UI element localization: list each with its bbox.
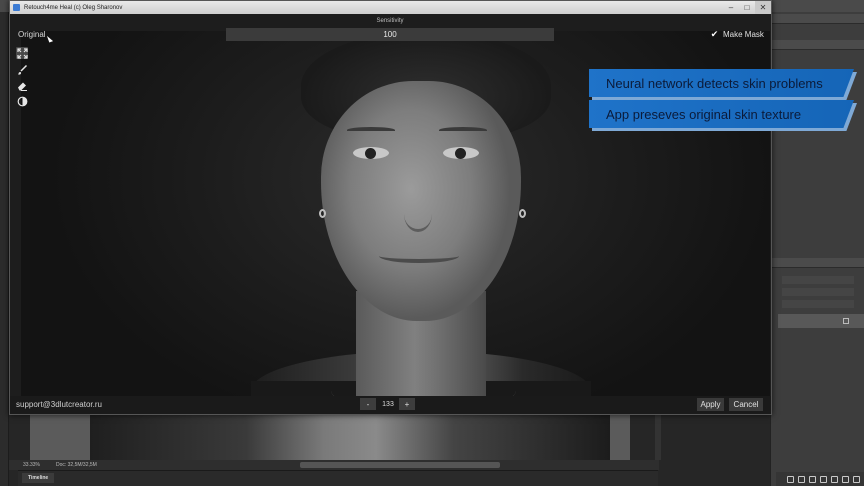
tab-timeline[interactable]: Timeline [22, 473, 55, 483]
horizontal-scrollbar[interactable] [300, 462, 500, 468]
app-icon [13, 4, 20, 11]
photoshop-document [30, 414, 630, 464]
support-email[interactable]: support@3dlutcreator.ru [16, 400, 102, 409]
zoom-out-button[interactable]: - [360, 398, 376, 410]
nose [404, 196, 432, 232]
right-earring [519, 209, 526, 218]
panel-row[interactable] [782, 300, 854, 308]
contrast-icon[interactable] [16, 95, 28, 107]
photoshop-toolbar [0, 12, 9, 486]
left-brow [347, 127, 395, 133]
adjustment-icon[interactable] [820, 475, 827, 483]
close-button[interactable]: ✕ [755, 1, 771, 14]
window-title: Retouch4me Heal (c) Oleg Sharonov [24, 4, 123, 11]
plugin-window: Retouch4me Heal (c) Oleg Sharonov – □ ✕ [9, 0, 772, 415]
panel-row[interactable] [782, 276, 854, 284]
document-photo [90, 414, 610, 464]
make-mask-checkbox[interactable]: ✔ Make Mask [710, 28, 764, 41]
necklace [331, 371, 516, 396]
panel-row[interactable] [782, 288, 854, 296]
tool-column [16, 47, 28, 107]
new-layer-icon[interactable] [842, 475, 849, 483]
panel-header [770, 258, 864, 268]
right-eye [443, 147, 479, 159]
doc-status: Doc: 32,5M/32,5M [55, 462, 97, 468]
mask-icon[interactable] [809, 475, 816, 483]
mouth [379, 249, 459, 263]
panel-header [770, 40, 864, 50]
feature-banner-1: Neural network detects skin problems [589, 69, 854, 97]
minimize-button[interactable]: – [723, 1, 739, 14]
original-toggle[interactable]: Original [18, 30, 46, 39]
zoom-value: 133 [382, 400, 394, 408]
timeline-panel: Timeline [18, 470, 658, 486]
zoom-in-button[interactable]: + [399, 398, 415, 410]
make-mask-label: Make Mask [723, 30, 764, 39]
sensitivity-slider[interactable]: 100 [226, 28, 554, 41]
panel-header [770, 14, 864, 24]
zoom-status: 33.33% [23, 462, 40, 468]
lock-icon [843, 318, 849, 324]
left-earring [319, 209, 326, 218]
document-scrollbar[interactable] [655, 414, 661, 460]
left-eye [353, 147, 389, 159]
screen: 33.33% Doc: 32,5M/32,5M Timeline Retouch… [0, 0, 864, 486]
trash-icon[interactable] [853, 475, 860, 483]
link-icon[interactable] [787, 475, 794, 483]
banner-text-1: Neural network detects skin problems [606, 75, 823, 91]
maximize-button[interactable]: □ [739, 1, 755, 14]
folder-icon[interactable] [831, 475, 838, 483]
window-controls: – □ ✕ [723, 1, 771, 14]
apply-button[interactable]: Apply [697, 398, 724, 411]
eraser-icon[interactable] [16, 79, 28, 91]
sensitivity-label: Sensitivity [376, 18, 404, 24]
right-brow [439, 127, 487, 133]
feature-banner-2: App preseves original skin texture [589, 100, 854, 128]
fx-icon[interactable] [798, 475, 805, 483]
checkmark-icon: ✔ [710, 29, 719, 39]
cancel-button[interactable]: Cancel [729, 398, 763, 411]
layer-row-selected[interactable] [778, 314, 864, 328]
fit-icon[interactable] [16, 47, 28, 59]
banner-text-2: App preseves original skin texture [606, 106, 802, 122]
sensitivity-value: 100 [383, 30, 397, 39]
layers-panel-actions [776, 472, 864, 486]
brush-icon[interactable] [16, 63, 28, 75]
window-titlebar[interactable]: Retouch4me Heal (c) Oleg Sharonov – □ ✕ [10, 1, 771, 14]
